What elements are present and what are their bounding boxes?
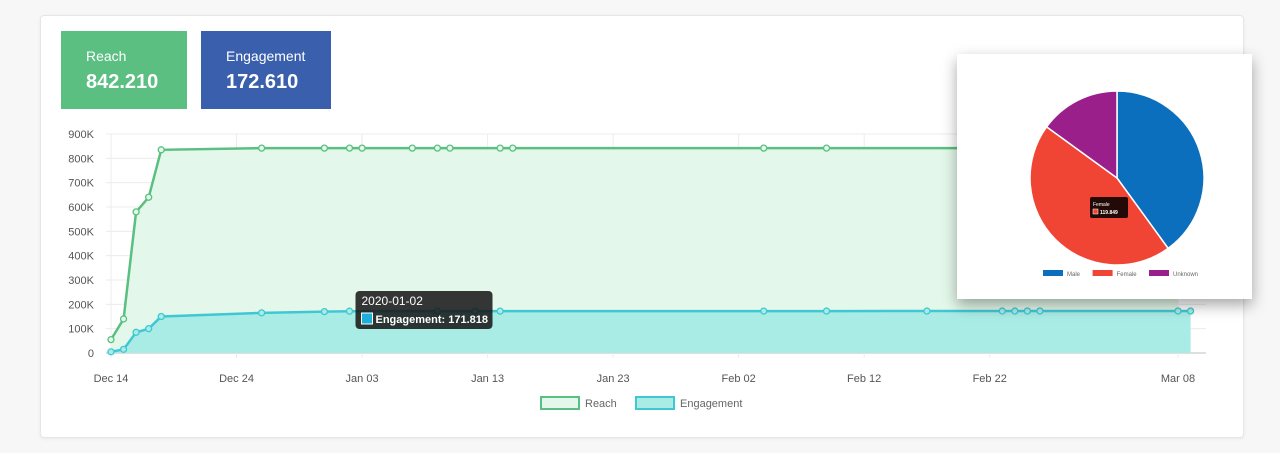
- reach-point: [107, 335, 115, 344]
- engagement-point: [145, 325, 153, 333]
- engagement-point: [923, 307, 931, 315]
- engagement-area: [111, 311, 1191, 353]
- engagement-point: [320, 307, 329, 316]
- pie-tooltip: Female 119.849: [1090, 197, 1128, 218]
- x-tick-label: Jan 03: [346, 373, 379, 385]
- engagement-point: [1036, 307, 1044, 315]
- pie-legend-swatch-male: [1043, 270, 1063, 276]
- reach-point: [446, 144, 454, 152]
- engagement-point: [257, 309, 266, 317]
- engagement-point: [1186, 307, 1195, 315]
- engagement-point: [157, 312, 165, 321]
- reach-point: [358, 144, 366, 152]
- tooltip-swatch: [361, 312, 374, 325]
- legend-label-reach: Reach: [585, 398, 617, 410]
- x-tick-label: Mar 08: [1161, 373, 1195, 385]
- reach-point: [132, 208, 140, 216]
- x-tick-label: Feb 22: [973, 373, 1007, 385]
- y-tick-label: 700K: [68, 178, 94, 190]
- reach-point: [320, 144, 329, 152]
- pie-tooltip-title: Female: [1093, 202, 1110, 208]
- x-tick-label: Feb 02: [722, 373, 756, 385]
- engagement-point: [345, 307, 354, 315]
- x-tick-label: Dec 24: [219, 373, 254, 385]
- y-tick-label: 0: [88, 348, 94, 360]
- engagement-point: [822, 307, 831, 315]
- y-tick-label: 200K: [68, 299, 94, 311]
- y-tick-label: 600K: [68, 202, 94, 214]
- x-tick-label: Feb 12: [847, 373, 881, 385]
- gender-pie-chart[interactable]: Male Female Unknown Female 119.849: [957, 54, 1252, 299]
- engagement-point: [1174, 307, 1182, 315]
- legend-label-engagement: Engagement: [680, 398, 742, 410]
- engagement-point: [119, 345, 128, 354]
- pie-tooltip-swatch: [1092, 208, 1099, 215]
- y-tick-label: 400K: [68, 251, 94, 263]
- reach-point: [157, 146, 165, 154]
- legend-swatch-engagement: [635, 396, 675, 410]
- analytics-card: Reach 842.210 Engagement 172.610 0 100K 20…: [40, 15, 1252, 438]
- reach-point: [257, 144, 266, 152]
- pie-tooltip-label: 119.849: [1100, 210, 1118, 216]
- legend-swatch-reach: [540, 396, 580, 410]
- pie-legend-swatch-female: [1092, 270, 1113, 276]
- reach-point: [408, 144, 416, 152]
- y-tick-label: 500K: [68, 226, 94, 238]
- gender-pie-panel: Male Female Unknown Female 119.849: [957, 54, 1252, 299]
- y-tick-label: 300K: [68, 275, 94, 287]
- engagement-point: [132, 328, 140, 336]
- y-tick-label: 900K: [68, 129, 94, 141]
- engagement-point: [107, 348, 115, 356]
- reach-point: [433, 144, 442, 152]
- line-chart-tooltip: 2020-01-02 Engagement: 171.818: [355, 291, 493, 329]
- engagement-point: [998, 307, 1006, 315]
- tooltip-label: Engagement: 171.818: [376, 314, 489, 326]
- pie-legend-label-unknown: Unknown: [1173, 272, 1198, 278]
- reach-point: [822, 144, 831, 152]
- engagement-point: [1011, 307, 1019, 315]
- pie-legend-label-male: Male: [1067, 272, 1081, 278]
- reach-point: [509, 144, 517, 152]
- reach-point: [145, 193, 153, 201]
- reach-point: [496, 144, 504, 152]
- reach-point: [760, 144, 768, 152]
- x-tick-label: Jan 13: [471, 373, 504, 385]
- x-tick-label: Jan 23: [597, 373, 630, 385]
- pie-legend-swatch-unknown: [1149, 270, 1169, 276]
- y-tick-label: 800K: [68, 153, 94, 165]
- tooltip-title: 2020-01-02: [362, 294, 424, 308]
- reach-point: [345, 144, 354, 152]
- reach-point: [119, 315, 128, 323]
- engagement-point: [760, 307, 768, 315]
- engagement-point: [1023, 307, 1032, 315]
- pie-legend-label-female: Female: [1117, 272, 1138, 278]
- x-tick-label: Dec 14: [94, 373, 129, 385]
- engagement-point: [496, 307, 504, 315]
- y-tick-label: 100K: [68, 324, 94, 336]
